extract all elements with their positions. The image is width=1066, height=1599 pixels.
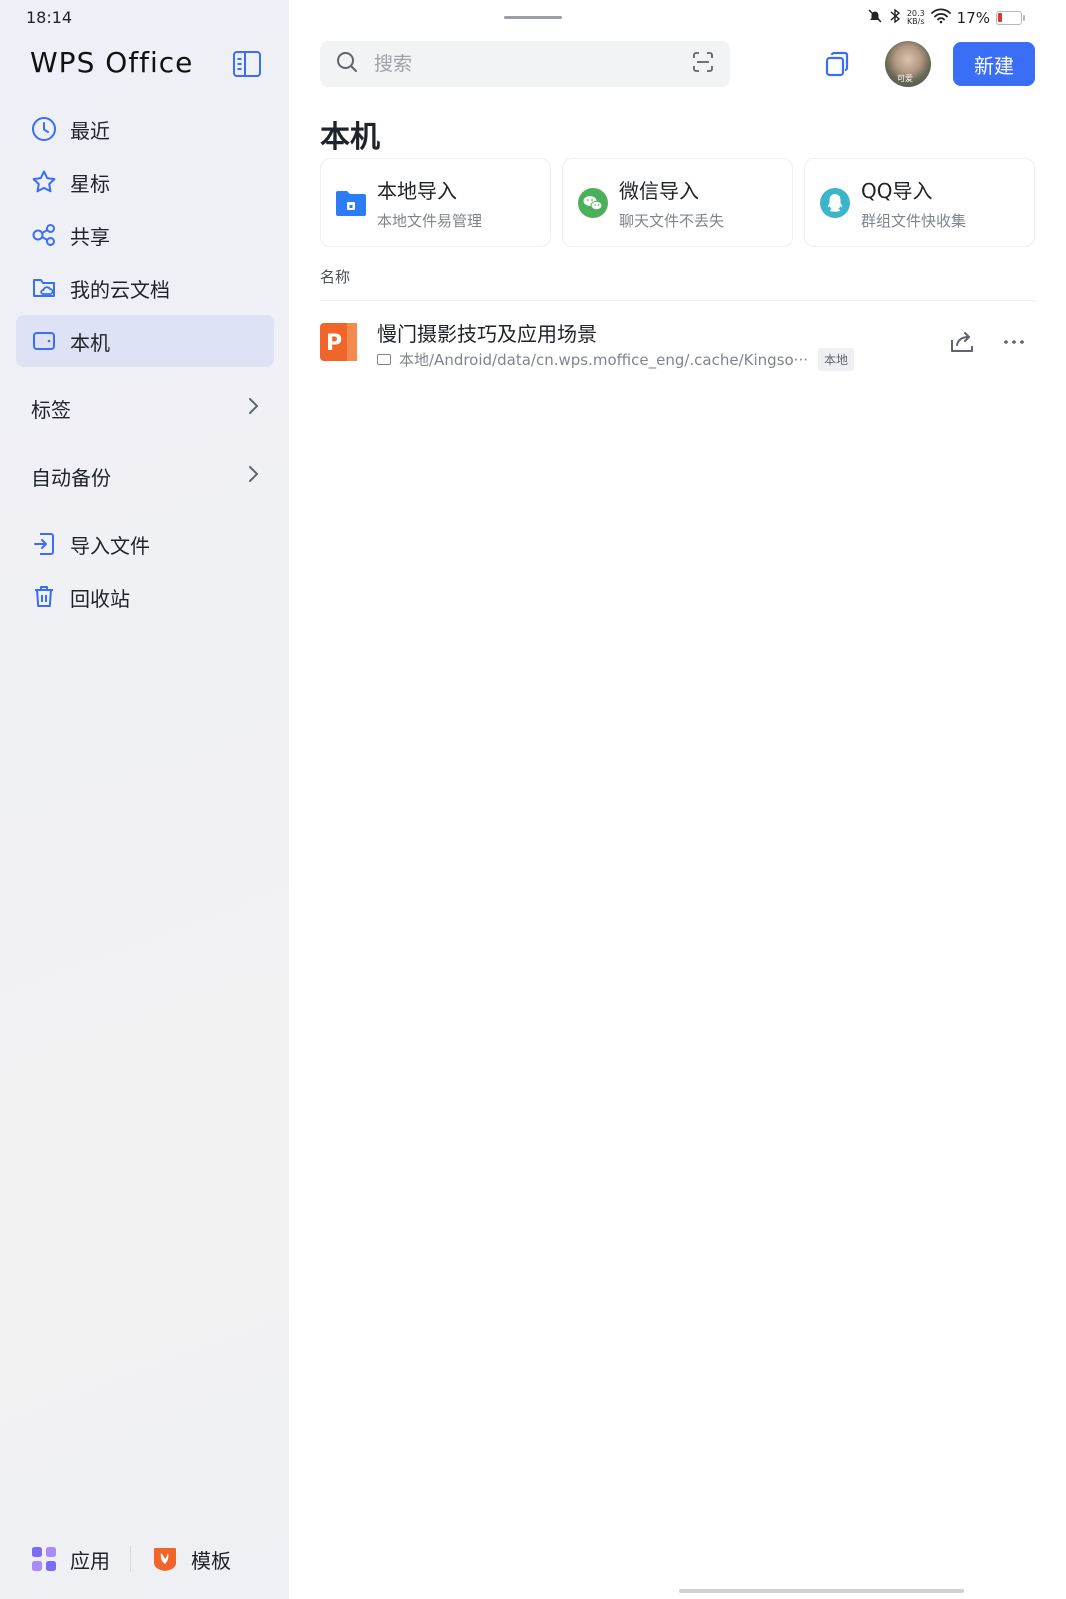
template-icon [151,1545,179,1573]
sidebar-item-label: 回收站 [70,586,130,611]
card-subtitle: 群组文件快收集 [861,211,967,230]
trash-icon [30,583,58,611]
star-icon [30,168,58,196]
network-speed: 20.3 KB/s [907,10,925,26]
sidebar-bottom-bar: 应用 模板 [0,1519,289,1599]
bluetooth-icon [889,8,901,28]
card-text: 本地导入 本地文件易管理 [377,175,482,231]
page-title: 本机 [320,120,380,155]
status-bar-right: 20.3 KB/s 17% [867,8,1025,28]
sidebar-item-label: 星标 [70,171,110,196]
device-icon [377,354,391,365]
card-wechat-import[interactable]: 微信导入 聊天文件不丢失 [562,158,793,247]
file-row[interactable]: P 慢门摄影技巧及应用场景 本地/Android/data/cn.wps.mof… [320,316,1036,372]
avatar-tag: 可爱 [897,74,913,83]
sidebar-item-shared[interactable]: 共享 [16,209,274,261]
sidebar-group-label: 自动备份 [31,465,111,490]
search-icon [336,51,358,77]
tablet-icon [30,327,58,355]
ppt-letter: P [326,331,342,356]
sidebar-group-label: 标签 [31,397,71,422]
sidebar-item-trash[interactable]: 回收站 [16,571,274,623]
templates-label: 模板 [191,1548,231,1573]
drag-handle[interactable] [504,16,562,19]
multi-window-icon[interactable] [823,50,851,78]
new-button[interactable]: 新建 [953,42,1035,86]
file-path-text: 本地/Android/data/cn.wps.moffice_eng/.cach… [399,351,808,369]
brand-logo: WPS Office [30,46,194,79]
sidebar-toggle-icon[interactable] [232,50,262,78]
scan-icon[interactable] [692,51,714,77]
file-name: 慢门摄影技巧及应用场景 [377,322,597,346]
share-nodes-icon [30,221,58,249]
list-divider [320,300,1036,301]
templates-button[interactable]: 模板 [151,1545,231,1574]
sidebar-nav: 最近 星标 共享 我的云文档 本机 [16,103,274,368]
main-panel: 20.3 KB/s 17% 可爱 新建 本机 本地导入 本地 [289,0,1066,1599]
qq-icon [819,187,851,219]
ppt-file-icon: P [320,323,357,361]
battery-percent: 17% [956,9,990,27]
card-subtitle: 本地文件易管理 [377,211,483,230]
card-qq-import[interactable]: QQ导入 群组文件快收集 [804,158,1035,247]
import-cards: 本地导入 本地文件易管理 微信导入 聊天文件不丢失 QQ导入 群组文件快收集 [320,158,1036,247]
sidebar-item-label: 我的云文档 [70,277,170,302]
share-icon[interactable] [948,328,976,356]
sidebar-item-recent[interactable]: 最近 [16,103,274,155]
home-indicator[interactable] [679,1589,964,1593]
sidebar-group-tags[interactable]: 标签 [16,382,274,434]
battery-icon [996,11,1025,25]
sidebar-item-label: 本机 [70,330,110,355]
silent-bell-icon [867,8,883,28]
card-title: 本地导入 [377,178,457,203]
apps-button[interactable]: 应用 [30,1545,110,1574]
card-local-import[interactable]: 本地导入 本地文件易管理 [320,158,551,247]
apps-label: 应用 [70,1548,110,1573]
column-header-name[interactable]: 名称 [320,266,350,287]
sidebar-item-label: 最近 [70,118,110,143]
sidebar-nav-secondary: 导入文件 回收站 [16,518,274,624]
chevron-right-icon [246,464,260,489]
more-icon[interactable] [1000,328,1028,356]
wifi-icon [930,8,951,28]
cloud-folder-icon [30,274,58,302]
wechat-icon [577,187,609,219]
sidebar-item-import[interactable]: 导入文件 [16,518,274,570]
status-time: 18:14 [26,8,73,27]
sidebar-item-starred[interactable]: 星标 [16,156,274,208]
clock-icon [30,115,58,143]
search-bar[interactable] [320,41,730,87]
search-input[interactable] [374,53,692,75]
file-path: 本地/Android/data/cn.wps.moffice_eng/.cach… [377,348,855,371]
card-title: QQ导入 [861,178,933,203]
folder-icon [335,187,367,219]
card-text: 微信导入 聊天文件不丢失 [619,175,724,231]
sidebar-item-label: 导入文件 [70,533,150,558]
import-icon [30,530,58,558]
sidebar-item-local[interactable]: 本机 [16,315,274,367]
avatar[interactable]: 可爱 [885,41,931,87]
card-subtitle: 聊天文件不丢失 [619,211,725,230]
sidebar: 18:14 WPS Office 最近 星标 共享 我的云文档 本机 标签 自动… [0,0,289,1599]
sidebar-item-cloud-docs[interactable]: 我的云文档 [16,262,274,314]
card-title: 微信导入 [619,178,699,203]
apps-icon [30,1545,58,1573]
location-badge: 本地 [818,348,855,371]
sidebar-group-auto-backup[interactable]: 自动备份 [16,450,274,502]
chevron-right-icon [246,396,260,421]
sidebar-item-label: 共享 [70,224,110,249]
card-text: QQ导入 群组文件快收集 [861,175,966,231]
bottom-divider [130,1546,131,1572]
network-speed-unit: KB/s [906,17,925,26]
